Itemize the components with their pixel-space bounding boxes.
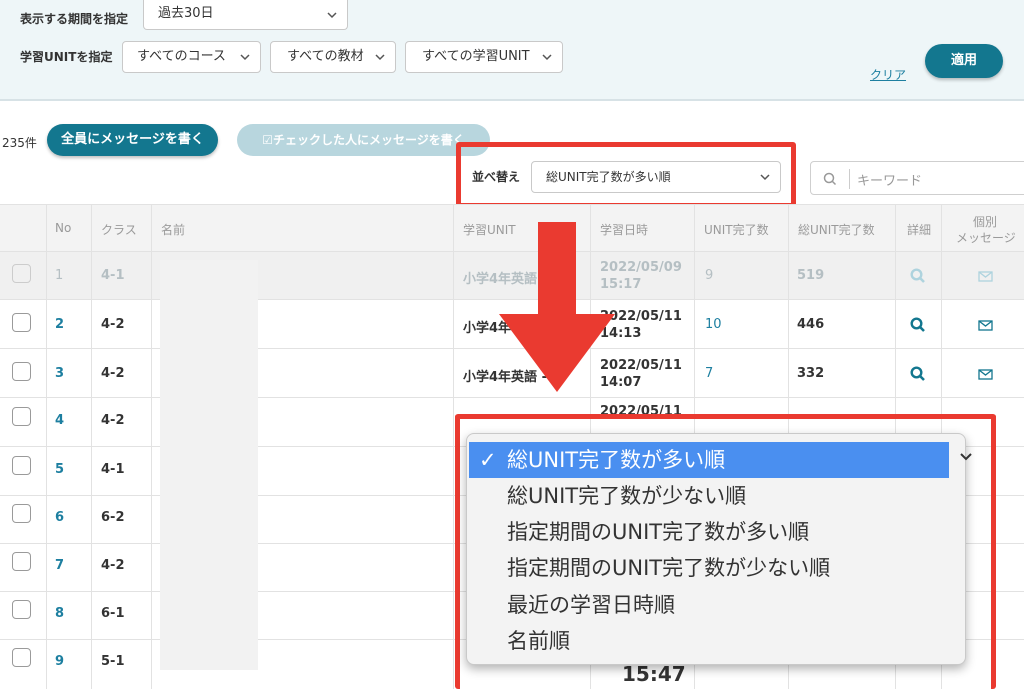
sort-select-value: 総UNIT完了数が多い順: [546, 170, 671, 184]
row-class: 5-1: [101, 654, 125, 669]
sort-option-label: 指定期間のUNIT完了数が少ない順: [507, 556, 831, 580]
sort-option-label: 総UNIT完了数が少ない順: [507, 484, 747, 508]
row-checkbox[interactable]: [12, 456, 31, 475]
search-divider: [849, 169, 850, 189]
chevron-down-icon: [375, 54, 385, 61]
row-no[interactable]: 9: [55, 654, 64, 669]
mail-icon[interactable]: [978, 369, 993, 380]
header-message-2: メッセージ: [956, 231, 1016, 245]
material-select-value: すべての教材: [287, 49, 364, 64]
material-select[interactable]: すべての教材: [270, 41, 396, 73]
unit-select-value: すべての学習UNIT: [422, 49, 530, 64]
row-total-done: 332: [797, 366, 825, 381]
header-name: 名前: [161, 223, 186, 237]
header-unit-done: UNIT完了数: [704, 223, 769, 237]
sort-option-label: 総UNIT完了数が多い順: [507, 448, 726, 472]
chevron-down-icon: [327, 12, 337, 19]
sort-option-label: 最近の学習日時順: [507, 593, 675, 617]
sort-dropdown-menu[interactable]: ✓ 総UNIT完了数が多い順 総UNIT完了数が少ない順 指定期間のUNIT完了…: [466, 433, 972, 665]
chevron-down-icon: [760, 174, 770, 181]
sort-option-recent[interactable]: 最近の学習日時順: [467, 587, 965, 623]
apply-button[interactable]: 適用: [925, 44, 1003, 78]
period-select[interactable]: 過去30日: [143, 0, 348, 30]
down-arrow-annotation: [499, 222, 615, 392]
row-checkbox[interactable]: [12, 600, 31, 619]
search-icon[interactable]: [910, 268, 926, 284]
row-checkbox[interactable]: [12, 264, 31, 283]
row-checkbox[interactable]: [12, 552, 31, 571]
sort-option-name[interactable]: 名前順: [467, 623, 965, 659]
course-select-value: すべてのコース: [137, 49, 226, 64]
message-checked-button[interactable]: ☑チェックした人にメッセージを書く: [237, 124, 490, 156]
search-icon[interactable]: [910, 366, 926, 382]
sort-option-label: 名前順: [507, 629, 570, 653]
course-select[interactable]: すべてのコース: [122, 41, 261, 73]
mail-icon[interactable]: [978, 320, 993, 331]
sort-option-period-desc[interactable]: 指定期間のUNIT完了数が多い順: [467, 514, 965, 550]
header-no: No: [55, 221, 72, 235]
chevron-down-icon: [960, 453, 972, 461]
sort-option-label: 指定期間のUNIT完了数が多い順: [507, 520, 810, 544]
row-checkbox[interactable]: [12, 504, 31, 523]
row-class: 4-2: [101, 317, 125, 332]
row-class: 6-2: [101, 510, 125, 525]
row-class: 4-1: [101, 268, 125, 283]
row-class: 4-2: [101, 366, 125, 381]
sort-option-total-desc[interactable]: ✓ 総UNIT完了数が多い順: [469, 442, 949, 478]
chevron-down-icon: [240, 54, 250, 61]
row-no[interactable]: 2: [55, 317, 64, 332]
column-divider: [453, 204, 454, 689]
row-no[interactable]: 6: [55, 510, 64, 525]
row-checkbox[interactable]: [12, 313, 31, 332]
row-unit-done: 7: [705, 366, 714, 381]
column-divider: [46, 204, 47, 689]
unit-filter-label: 学習UNITを指定: [20, 50, 113, 64]
keyword-search[interactable]: キーワード: [810, 161, 1024, 195]
row-unit-done: 10: [705, 317, 722, 332]
search-placeholder: キーワード: [857, 174, 923, 189]
chevron-down-icon: [542, 54, 552, 61]
column-divider: [151, 204, 152, 689]
period-label: 表示する期間を指定: [20, 12, 129, 26]
name-column-redaction: [160, 260, 258, 670]
row-no[interactable]: 1: [55, 268, 63, 283]
row-total-done: 446: [797, 317, 825, 332]
sort-select[interactable]: 総UNIT完了数が多い順: [531, 161, 781, 193]
row-total-done: 519: [797, 268, 825, 283]
search-icon[interactable]: [910, 317, 926, 333]
column-divider: [91, 204, 92, 689]
row-checkbox[interactable]: [12, 648, 31, 667]
row-class: 6-1: [101, 606, 125, 621]
checkmark-icon: ✓: [479, 448, 497, 472]
row-no[interactable]: 3: [55, 366, 64, 381]
header-total-done: 総UNIT完了数: [798, 223, 875, 237]
sort-option-total-asc[interactable]: 総UNIT完了数が少ない順: [467, 478, 965, 514]
header-message-1: 個別: [973, 215, 998, 229]
search-icon: [823, 172, 837, 186]
row-class: 4-2: [101, 413, 125, 428]
row-checkbox[interactable]: [12, 362, 31, 381]
row-no[interactable]: 4: [55, 413, 64, 428]
period-select-value: 過去30日: [158, 6, 214, 21]
row-no[interactable]: 8: [55, 606, 64, 621]
header-detail: 詳細: [907, 223, 932, 237]
filter-panel: 表示する期間を指定 過去30日 学習UNITを指定 すべてのコース すべての教材…: [0, 0, 1024, 101]
sort-option-period-asc[interactable]: 指定期間のUNIT完了数が少ない順: [467, 550, 965, 586]
row-no[interactable]: 7: [55, 558, 64, 573]
sort-label: 並べ替え: [472, 170, 521, 184]
mail-icon[interactable]: [978, 271, 993, 282]
result-count: 235件: [2, 136, 37, 150]
unit-select[interactable]: すべての学習UNIT: [405, 41, 563, 73]
row-class: 4-2: [101, 558, 125, 573]
header-class: クラス: [101, 223, 137, 237]
row-class: 4-1: [101, 462, 125, 477]
message-all-button[interactable]: 全員にメッセージを書く: [47, 124, 218, 156]
row-unit-done: 9: [705, 268, 714, 283]
clear-link[interactable]: クリア: [870, 66, 906, 83]
row-no[interactable]: 5: [55, 462, 64, 477]
row-checkbox[interactable]: [12, 407, 31, 426]
